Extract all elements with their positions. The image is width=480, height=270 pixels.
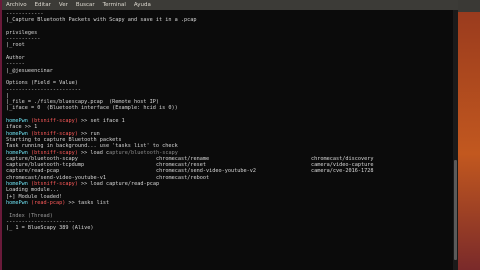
prompt-arrow: >> <box>80 130 88 137</box>
prompt-context: (btsniff-scapy) <box>31 118 78 125</box>
prompt-context: (btsniff-scapy) <box>31 149 78 156</box>
terminal-output[interactable]: ------------ |_Capture Bluetooth Packets … <box>6 11 452 270</box>
terminal-window: Archivo Editar Ver Buscar Terminal Ayuda ----… <box>2 0 458 270</box>
prompt-user: homePwn <box>6 199 28 206</box>
menu-item-ver[interactable]: Ver <box>55 0 72 10</box>
prompt-context: (read-pcap) <box>31 199 66 206</box>
scrollbar-thumb[interactable] <box>454 160 457 260</box>
menu-item-buscar[interactable]: Buscar <box>72 0 99 10</box>
menu-item-ayuda[interactable]: Ayuda <box>130 0 155 10</box>
task-row: |_ 1 = BlueScapy 389 (Alive) <box>6 225 94 232</box>
tasks-header-text: Index (Thread) <box>9 212 53 219</box>
command-text: set iface 1 <box>90 118 125 125</box>
completion-item[interactable]: camera/cve-2016-1728 <box>311 168 441 174</box>
prompt-arrow: >> <box>80 118 88 125</box>
terminal-scrollbar[interactable] <box>453 10 458 270</box>
desktop-wallpaper <box>458 12 480 270</box>
prompt-context: (btsniff-scapy) <box>31 130 78 137</box>
prompt-arrow: >> <box>80 149 88 156</box>
prompt-arrow: >> <box>68 199 75 206</box>
command-text: run <box>90 130 100 137</box>
prompt-user: homePwn <box>6 181 28 188</box>
terminal-menubar: Archivo Editar Ver Buscar Terminal Ayuda <box>2 0 458 10</box>
command-text: tasks list <box>77 199 110 206</box>
command-text: load capture/read-pcap <box>90 181 160 188</box>
menu-item-terminal[interactable]: Terminal <box>99 0 130 10</box>
prompt-context: (btsniff-scapy) <box>31 181 78 188</box>
prompt-user: homePwn <box>6 149 28 156</box>
prompt-user: homePwn <box>6 130 28 137</box>
menu-item-editar[interactable]: Editar <box>31 0 55 10</box>
menu-item-archivo[interactable]: Archivo <box>2 0 31 10</box>
prompt-arrow: >> <box>80 181 88 188</box>
autocomplete-ghost: apture/bluetooth-scapy <box>109 149 178 156</box>
command-text: load c <box>90 149 110 156</box>
completion-item[interactable]: chromecast/reboot <box>156 175 311 181</box>
prompt-user: homePwn <box>6 118 28 125</box>
